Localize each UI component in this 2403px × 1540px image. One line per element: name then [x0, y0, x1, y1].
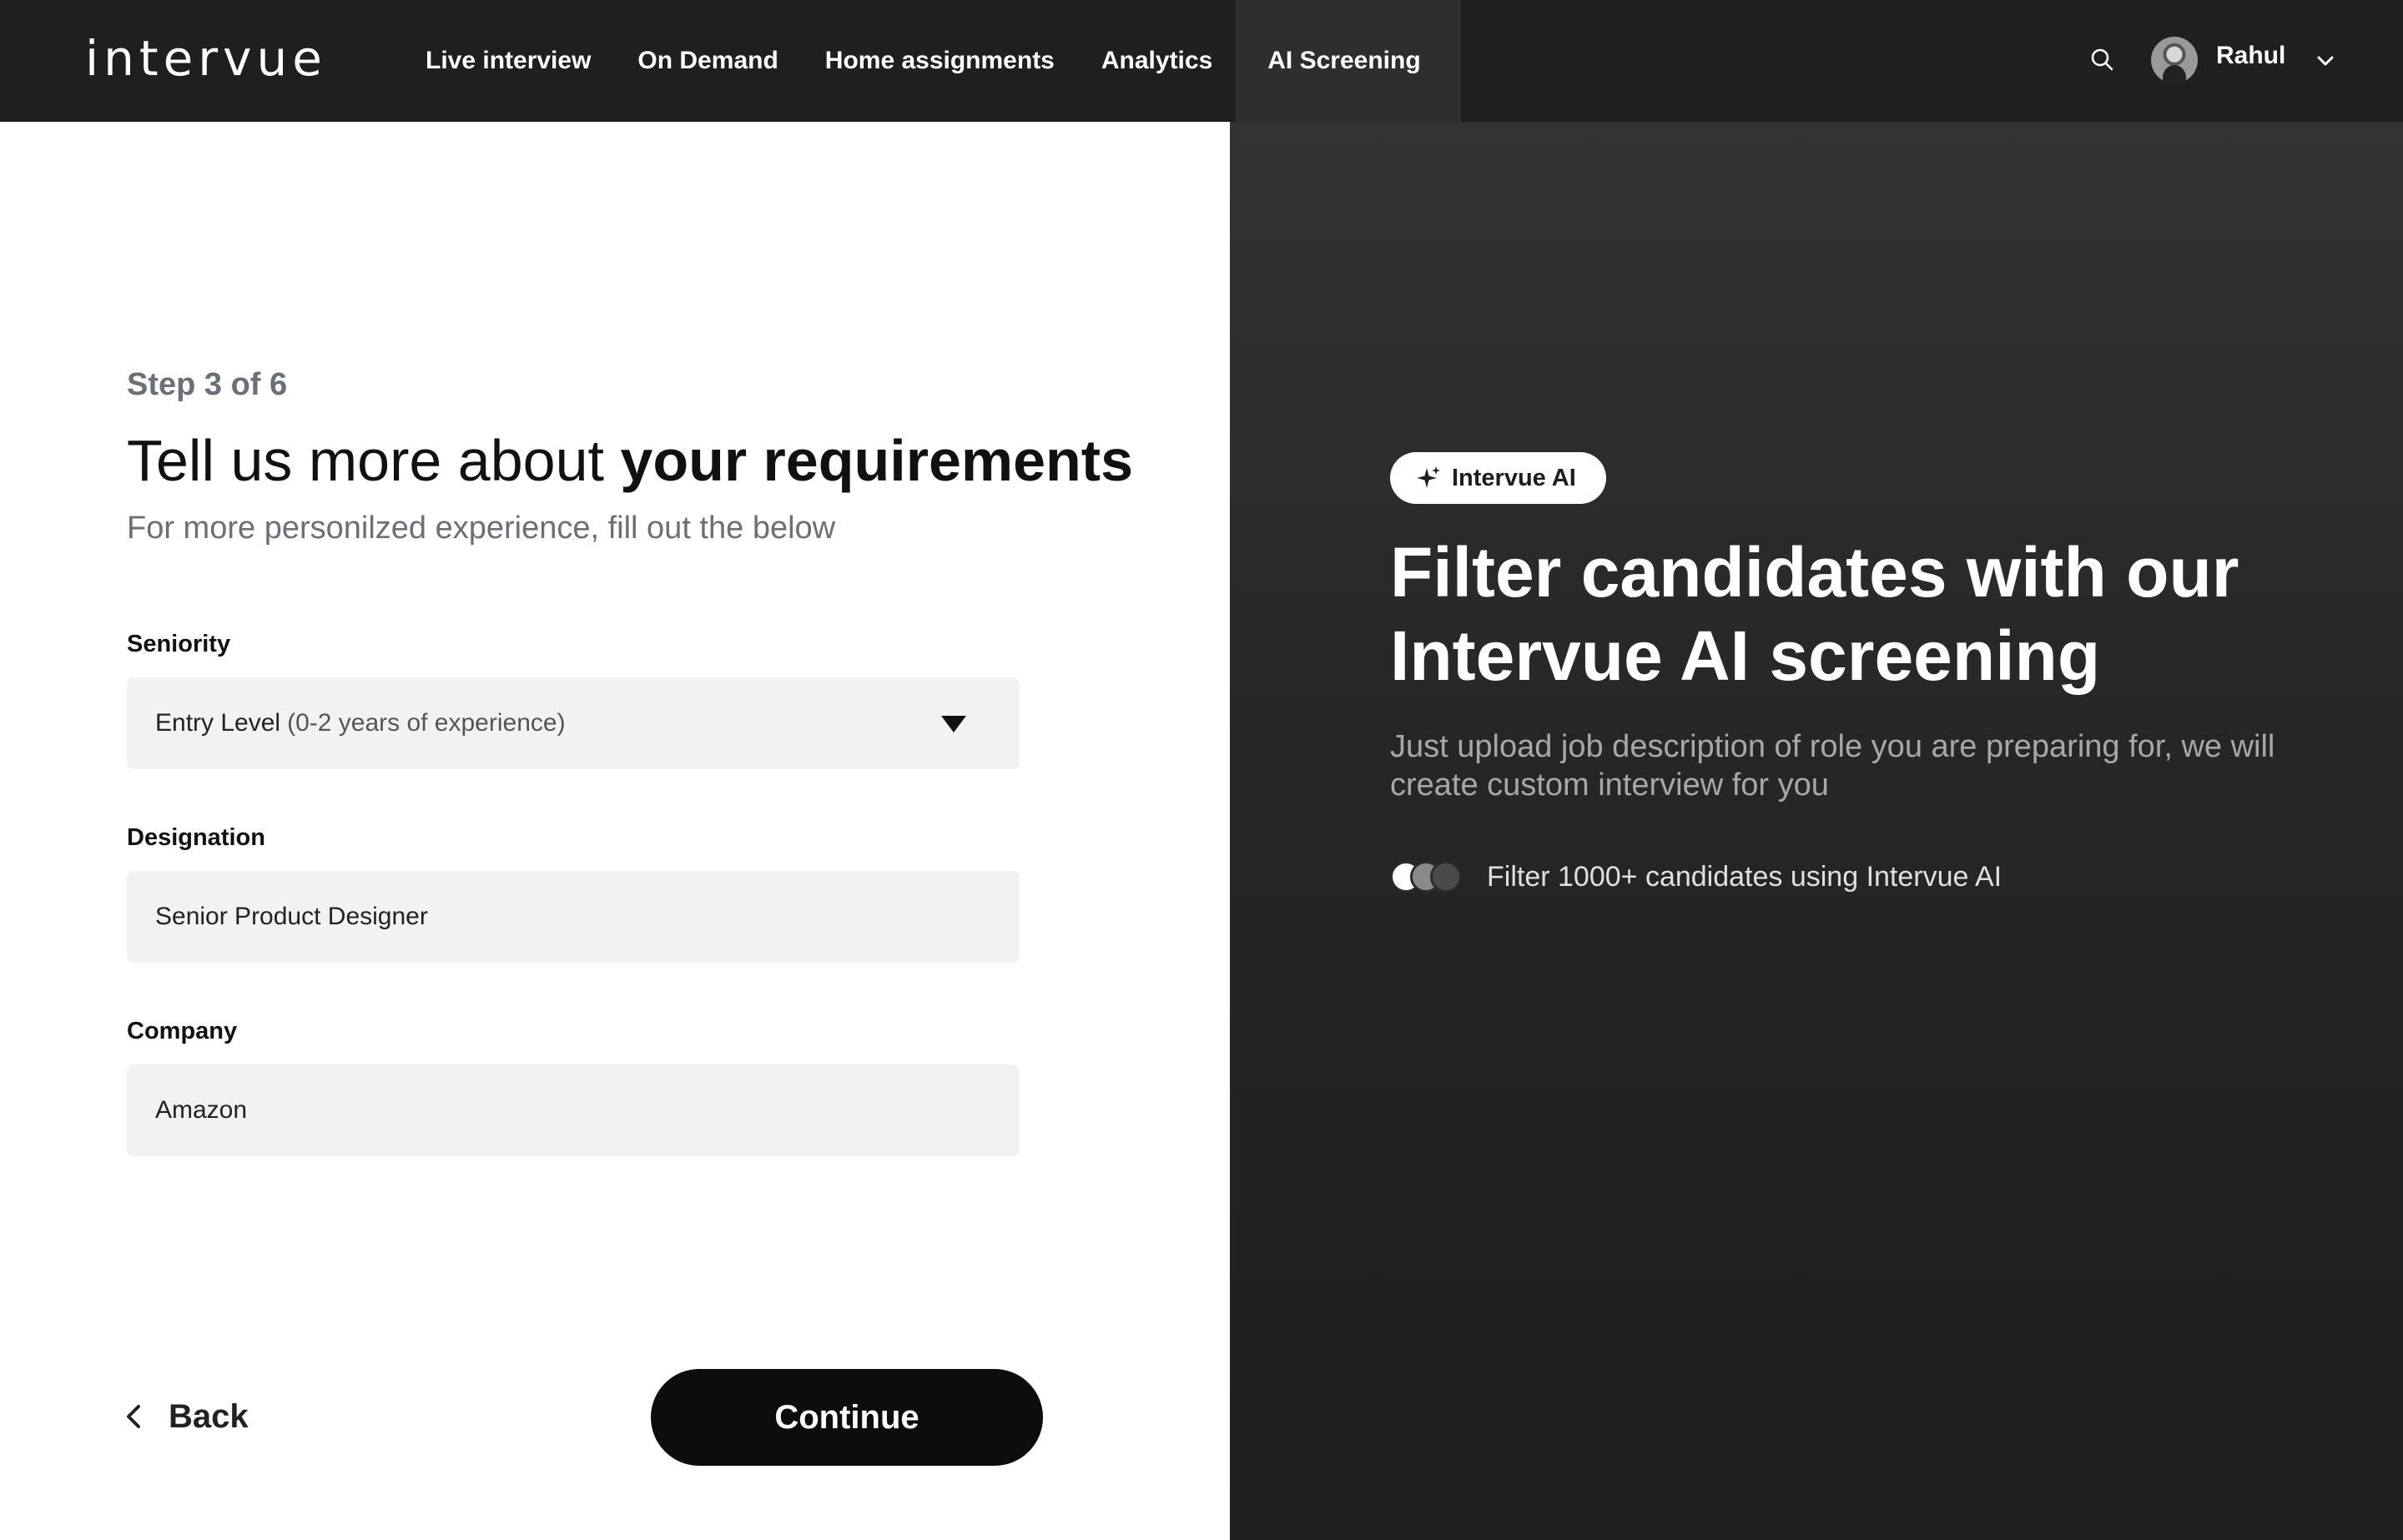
- title-regular: Tell us more about: [127, 428, 621, 493]
- promo-title: Filter candidates with our Intervue AI s…: [1390, 531, 2239, 697]
- search-icon[interactable]: [2088, 45, 2118, 75]
- intervue-logo[interactable]: intervue: [85, 30, 327, 87]
- nav-live-interview[interactable]: Live interview: [402, 0, 614, 122]
- promo-title-line2: Intervue AI screening: [1390, 617, 2101, 695]
- promo-description: Just upload job description of role you …: [1390, 729, 2275, 803]
- avatar-stack-icon: [1390, 858, 1467, 896]
- seniority-label: Seniority: [127, 631, 231, 657]
- back-label: Back: [169, 1397, 249, 1435]
- avatar-dot: [1430, 861, 1462, 893]
- promo-title-line1: Filter candidates with our: [1390, 533, 2239, 611]
- candidate-stat: Filter 1000+ candidates using Intervue A…: [1390, 858, 2002, 896]
- nav-analytics[interactable]: Analytics: [1078, 0, 1236, 122]
- main-nav: Live interview On Demand Home assignment…: [402, 0, 1461, 122]
- seniority-select[interactable]: Entry Level (0-2 years of experience): [127, 677, 1020, 769]
- company-input[interactable]: Amazon: [127, 1064, 1020, 1156]
- step-indicator: Step 3 of 6: [127, 367, 288, 402]
- nav-on-demand[interactable]: On Demand: [614, 0, 801, 122]
- top-navbar: intervue Live interview On Demand Home a…: [0, 0, 2403, 122]
- chevron-down-icon[interactable]: [2315, 50, 2336, 72]
- designation-label: Designation: [127, 824, 265, 851]
- seniority-value-detail: (0-2 years of experience): [287, 709, 566, 737]
- intervue-ai-badge: Intervue AI: [1390, 452, 1606, 504]
- nav-home-assignments[interactable]: Home assignments: [802, 0, 1078, 122]
- continue-button[interactable]: Continue: [651, 1369, 1043, 1466]
- ai-screening-promo-panel: Intervue AI Filter candidates with our I…: [1230, 122, 2403, 1540]
- company-label: Company: [127, 1018, 238, 1044]
- back-button[interactable]: Back: [122, 1392, 249, 1442]
- chevron-left-icon: [127, 1405, 140, 1428]
- seniority-value: Entry Level: [155, 709, 281, 737]
- caret-down-icon: [941, 716, 966, 732]
- requirements-form-panel: Step 3 of 6 Tell us more about your requ…: [0, 122, 1230, 1540]
- page-title: Tell us more about your requirements: [127, 427, 1133, 494]
- designation-input[interactable]: Senior Product Designer: [127, 871, 1020, 963]
- user-avatar[interactable]: [2151, 37, 2198, 83]
- page-subtitle: For more personilzed experience, fill ou…: [127, 511, 836, 546]
- title-bold: your requirements: [620, 428, 1134, 493]
- stat-text: Filter 1000+ candidates using Intervue A…: [1487, 860, 2002, 893]
- nav-ai-screening[interactable]: AI Screening: [1236, 0, 1461, 122]
- badge-label: Intervue AI: [1452, 464, 1576, 491]
- user-name[interactable]: Rahul: [2216, 42, 2285, 70]
- sparkle-icon: [1417, 466, 1440, 488]
